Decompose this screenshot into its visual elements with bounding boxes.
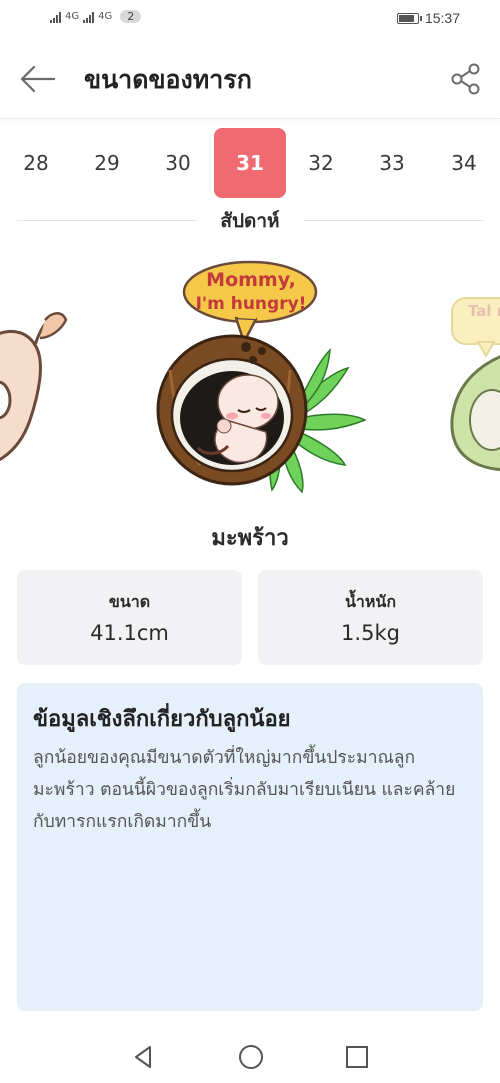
status-left: 4G 4G 2 bbox=[50, 10, 142, 23]
next-bubble-text: Tal m bbox=[468, 302, 500, 320]
insight-title: ข้อมูลเชิงลึกเกี่ยวกับลูกน้อย bbox=[33, 707, 291, 732]
nav-home-icon bbox=[239, 1045, 263, 1069]
status-right: 15:37 bbox=[396, 10, 460, 26]
size-value: 41.1cm bbox=[90, 621, 169, 645]
nav-recents-button[interactable] bbox=[342, 1042, 372, 1072]
nav-recents-icon bbox=[346, 1046, 368, 1068]
week-item-34[interactable]: 34 bbox=[428, 128, 500, 198]
week-item-28[interactable]: 28 bbox=[0, 128, 72, 198]
coconut-illustration: Mommy, I'm hungry! bbox=[156, 260, 367, 494]
app-bar: ขนาดของทารก bbox=[0, 40, 500, 119]
back-arrow-icon bbox=[20, 65, 56, 93]
nav-back-button[interactable] bbox=[129, 1042, 159, 1072]
clock: 15:37 bbox=[424, 10, 460, 26]
page-title: ขนาดของทารก bbox=[84, 65, 252, 94]
week-item-30[interactable]: 30 bbox=[142, 128, 214, 198]
battery-icon bbox=[396, 12, 422, 24]
weight-label: น้ำหนัก bbox=[344, 592, 397, 611]
battery-fill bbox=[398, 14, 415, 22]
nav-back-icon bbox=[135, 1046, 151, 1068]
weight-card: น้ำหนัก 1.5kg bbox=[258, 570, 483, 665]
size-card: ขนาด 41.1cm bbox=[17, 570, 242, 665]
network-label-1: 4G bbox=[65, 11, 80, 22]
baby-insight-panel: ข้อมูลเชิงลึกเกี่ยวกับลูกน้อย ลูกน้อยของ… bbox=[17, 683, 483, 1011]
signal-icon-2 bbox=[83, 11, 95, 23]
previous-fruit-illustration bbox=[0, 312, 68, 461]
carousel-illustrations: Mommy, I'm hungry! Tal bbox=[0, 260, 500, 494]
week-item-33[interactable]: 33 bbox=[356, 128, 428, 198]
share-icon bbox=[451, 63, 480, 95]
nav-home-button[interactable] bbox=[236, 1042, 266, 1072]
week-item-29[interactable]: 29 bbox=[71, 128, 143, 198]
sim-badge: 2 bbox=[120, 10, 142, 23]
insight-body: ลูกน้อยของคุณมีขนาดตัวที่ใหญ่มากขึ้นประม… bbox=[33, 748, 456, 832]
signal-icon bbox=[50, 11, 61, 23]
bubble-text-line2: I'm hungry! bbox=[196, 294, 307, 314]
fruit-name: มะพร้าว bbox=[211, 526, 289, 551]
status-bar: 4G 4G 2 15:37 bbox=[0, 0, 500, 40]
next-fruit-illustration: Tal m bbox=[450, 297, 500, 472]
week-item-31-selected[interactable]: 31 bbox=[214, 128, 286, 198]
size-label: ขนาด bbox=[108, 592, 151, 611]
network-label-2: 4G bbox=[98, 11, 113, 22]
fruit-carousel[interactable]: Mommy, I'm hungry! Tal bbox=[0, 250, 500, 510]
weight-value: 1.5kg bbox=[341, 621, 400, 645]
system-nav-bar bbox=[0, 1030, 500, 1083]
share-button[interactable] bbox=[450, 62, 482, 96]
week-item-32[interactable]: 32 bbox=[285, 128, 357, 198]
back-button[interactable] bbox=[18, 62, 58, 96]
week-selector: 28 29 30 31 32 33 34 bbox=[0, 128, 500, 198]
week-label: สัปดาห์ bbox=[220, 210, 280, 232]
bubble-text-line1: Mommy, bbox=[206, 269, 296, 291]
